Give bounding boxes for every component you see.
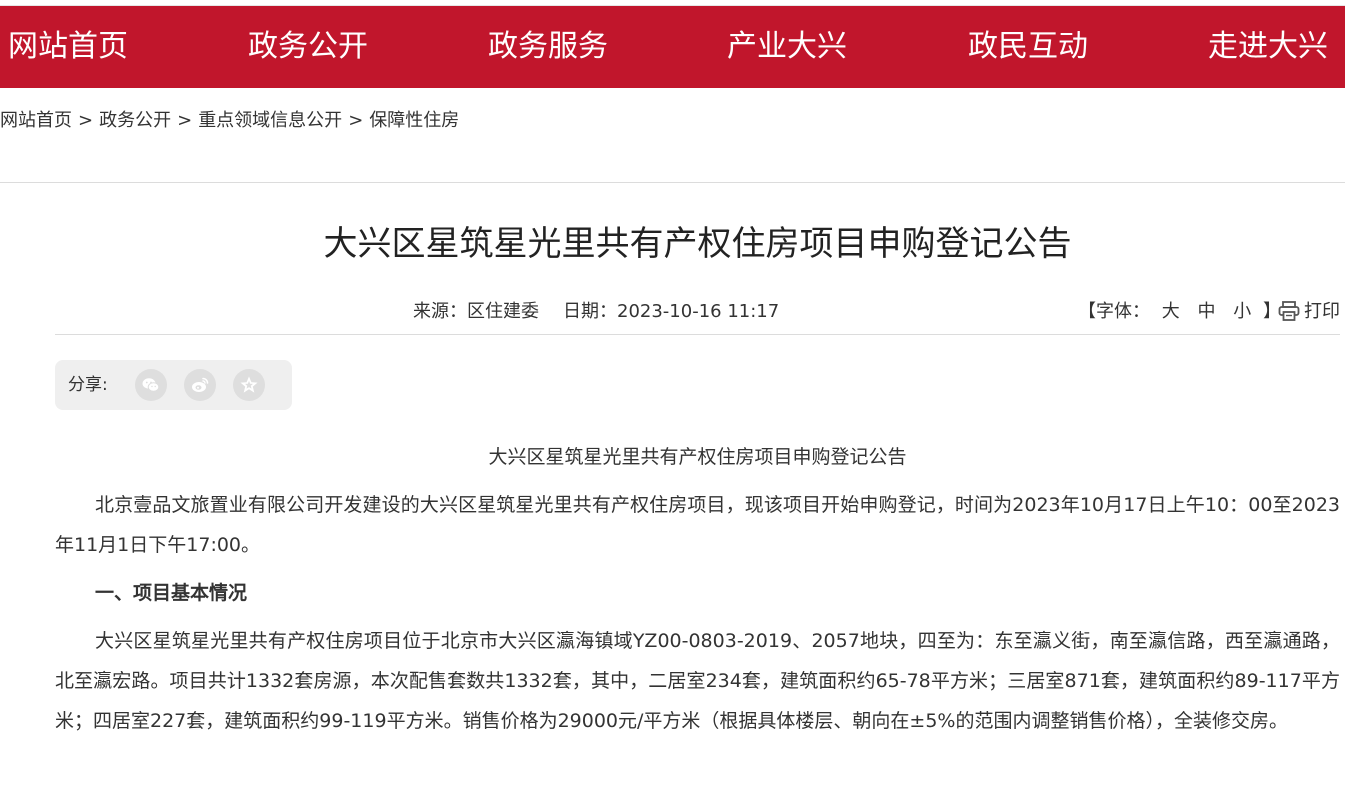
print-button[interactable]: 打印 xyxy=(1278,298,1340,326)
main-nav: 网站首页 政务公开 政务服务 产业大兴 政民互动 走进大兴 xyxy=(0,6,1345,88)
font-size-controls: 【字体： 大 中 小 】 xyxy=(1078,298,1281,326)
breadcrumb-separator: > xyxy=(177,110,193,131)
breadcrumb-separator: > xyxy=(78,110,94,131)
wechat-icon[interactable] xyxy=(135,369,167,401)
nav-item-interaction[interactable]: 政民互动 xyxy=(968,6,1088,88)
share-label: 分享: xyxy=(68,375,108,395)
page-title: 大兴区星筑星光里共有产权住房项目申购登记公告 xyxy=(323,224,1072,264)
article-paragraph: 北京壹品文旅置业有限公司开发建设的大兴区星筑星光里共有产权住房项目，现该项目开始… xyxy=(55,494,1340,556)
breadcrumb-separator: > xyxy=(348,110,364,131)
font-size-small-button[interactable]: 小 xyxy=(1233,301,1251,322)
breadcrumb-gov-affairs[interactable]: 政务公开 xyxy=(99,110,171,131)
weibo-icon[interactable] xyxy=(184,369,216,401)
nav-item-industry[interactable]: 产业大兴 xyxy=(727,6,847,88)
font-size-large-button[interactable]: 大 xyxy=(1162,301,1180,322)
breadcrumb-housing[interactable]: 保障性住房 xyxy=(369,110,459,131)
breadcrumb-key-areas[interactable]: 重点领域信息公开 xyxy=(198,110,342,131)
article-body-title: 大兴区星筑星光里共有产权住房项目申购登记公告 xyxy=(488,446,907,468)
nav-item-home[interactable]: 网站首页 xyxy=(8,6,128,88)
breadcrumb: 网站首页 > 政务公开 > 重点领域信息公开 > 保障性住房 xyxy=(0,106,459,136)
breadcrumb-home[interactable]: 网站首页 xyxy=(0,110,72,131)
nav-item-gov-services[interactable]: 政务服务 xyxy=(488,6,608,88)
divider xyxy=(0,182,1345,183)
printer-icon xyxy=(1278,301,1300,321)
font-size-medium-button[interactable]: 中 xyxy=(1197,301,1215,322)
article-date: 日期：2023-10-16 11:17 xyxy=(563,301,780,322)
nav-item-about-daxing[interactable]: 走进大兴 xyxy=(1208,6,1328,88)
divider xyxy=(55,334,1340,335)
article-source: 来源：区住建委 xyxy=(413,301,539,322)
article-body: 大兴区星筑星光里共有产权住房项目申购登记公告 北京壹品文旅置业有限公司开发建设的… xyxy=(55,437,1340,741)
nav-item-gov-affairs[interactable]: 政务公开 xyxy=(248,6,368,88)
article-paragraph: 大兴区星筑星光里共有产权住房项目位于北京市大兴区瀛海镇域YZ00-0803-20… xyxy=(55,630,1340,732)
share-bar: 分享: xyxy=(55,360,292,410)
print-label: 打印 xyxy=(1304,301,1340,322)
section-heading: 一、项目基本情况 xyxy=(95,582,248,604)
font-size-label: 【字体： xyxy=(1078,301,1150,322)
favorite-icon[interactable] xyxy=(233,369,265,401)
